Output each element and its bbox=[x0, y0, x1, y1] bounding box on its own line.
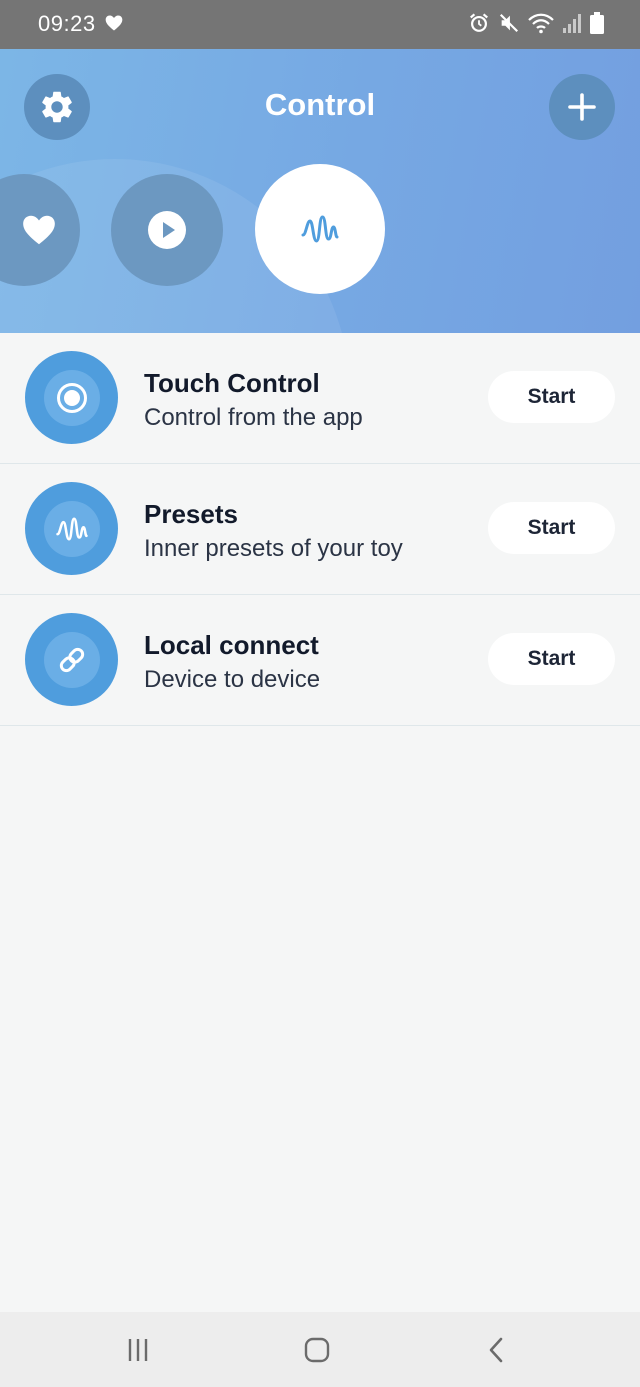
touch-control-icon-badge bbox=[25, 351, 118, 444]
wave-icon bbox=[301, 215, 339, 243]
wifi-icon bbox=[528, 13, 554, 34]
mute-icon bbox=[499, 13, 519, 33]
home-icon bbox=[304, 1337, 330, 1363]
page-title: Control bbox=[264, 87, 376, 122]
header: Control bbox=[0, 49, 640, 333]
item-subtitle: Control from the app bbox=[144, 404, 363, 431]
mode-play-button[interactable] bbox=[111, 174, 223, 286]
plus-icon bbox=[568, 93, 596, 121]
presets-icon-badge bbox=[25, 482, 118, 575]
list-item-local-connect: Local connect Device to device Start bbox=[0, 595, 640, 726]
status-time: 09:23 bbox=[38, 11, 96, 36]
recents-icon bbox=[128, 1339, 148, 1361]
start-local-connect-button[interactable]: Start bbox=[488, 633, 615, 685]
start-touch-control-button[interactable]: Start bbox=[488, 371, 615, 423]
battery-icon bbox=[590, 12, 604, 34]
heart-icon bbox=[23, 215, 55, 245]
status-bar: 09:23 bbox=[0, 0, 640, 49]
system-nav-bar bbox=[0, 1312, 640, 1387]
mode-wave-button[interactable] bbox=[255, 164, 385, 294]
control-list: Touch Control Control from the app Start… bbox=[0, 333, 640, 726]
signal-icon bbox=[563, 14, 581, 33]
back-button[interactable] bbox=[476, 1332, 516, 1368]
start-presets-button[interactable]: Start bbox=[488, 502, 615, 554]
item-subtitle: Inner presets of your toy bbox=[144, 535, 403, 562]
back-icon bbox=[489, 1337, 503, 1363]
home-button[interactable] bbox=[297, 1332, 337, 1368]
list-item-touch-control: Touch Control Control from the app Start bbox=[0, 333, 640, 464]
link-icon bbox=[59, 647, 84, 672]
alarm-icon bbox=[470, 13, 488, 32]
target-icon bbox=[56, 382, 87, 413]
item-title: Touch Control bbox=[144, 368, 320, 398]
local-connect-icon-badge bbox=[25, 613, 118, 706]
heart-icon bbox=[105, 15, 123, 31]
recents-button[interactable] bbox=[118, 1332, 158, 1368]
list-item-presets: Presets Inner presets of your toy Start bbox=[0, 464, 640, 595]
status-icons bbox=[468, 12, 604, 34]
item-subtitle: Device to device bbox=[144, 666, 321, 693]
item-title: Presets bbox=[144, 499, 238, 529]
add-button[interactable] bbox=[549, 74, 615, 140]
play-icon bbox=[148, 211, 186, 249]
item-title: Local connect bbox=[144, 630, 319, 660]
wave-icon bbox=[55, 517, 88, 540]
